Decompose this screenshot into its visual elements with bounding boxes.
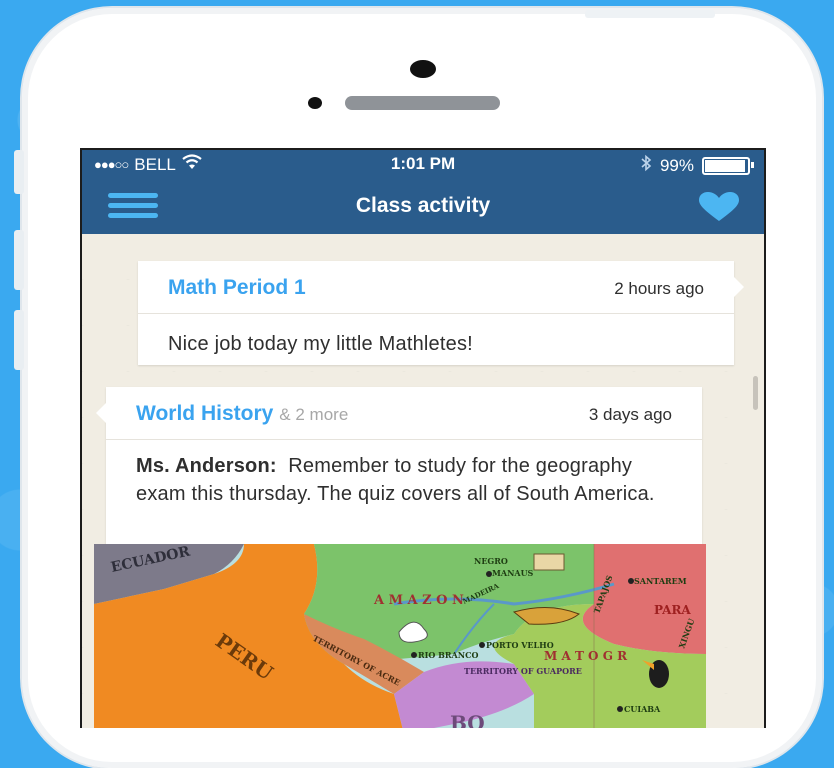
map-label: SANTAREM bbox=[634, 576, 687, 586]
mute-switch bbox=[14, 150, 24, 194]
nav-bar: Class activity bbox=[82, 178, 764, 234]
post-class-name[interactable]: Math Period 1 bbox=[168, 276, 306, 300]
battery-percent: 99% bbox=[659, 155, 694, 175]
map-label: CUIABA bbox=[624, 704, 661, 714]
power-button bbox=[585, 10, 715, 18]
post-message-body: Ms. Anderson: Remember to study for the … bbox=[106, 440, 702, 525]
map-label: MANAUS bbox=[492, 568, 534, 578]
opera-house-illustration bbox=[533, 553, 565, 571]
post-class-label[interactable]: World History bbox=[136, 402, 273, 425]
manaus-dot bbox=[486, 571, 492, 577]
post-timestamp: 2 hours ago bbox=[614, 279, 704, 298]
porto-velho-dot bbox=[479, 642, 485, 648]
activity-feed[interactable]: Math Period 1 2 hours ago Nice job today… bbox=[82, 234, 764, 728]
post-header: Math Period 1 2 hours ago bbox=[138, 261, 734, 314]
battery-icon bbox=[702, 156, 754, 175]
card-tail bbox=[734, 277, 744, 297]
post-class-name[interactable]: World History & 2 more bbox=[136, 402, 348, 426]
map-label: RIO BRANCO bbox=[418, 650, 478, 660]
phone-screen: ●●●○○ BELL 1:01 PM 99% Class activity Ma… bbox=[80, 148, 766, 728]
card-tail bbox=[96, 403, 106, 423]
front-camera bbox=[410, 60, 436, 78]
earpiece-speaker bbox=[345, 96, 500, 110]
map-label: NEGRO bbox=[474, 556, 508, 566]
post-more-classes[interactable]: & 2 more bbox=[279, 405, 348, 424]
south-america-map-image[interactable]: ECUADOR PERU NEGRO MANAUS SANTAREM TAPAJ… bbox=[94, 544, 706, 728]
cuiaba-dot bbox=[617, 706, 623, 712]
heart-icon[interactable] bbox=[698, 192, 740, 222]
post-header: World History & 2 more 3 days ago bbox=[106, 387, 702, 440]
map-label: TERRITORY OF GUAPORE bbox=[464, 666, 582, 676]
post-message: Nice job today my little Mathletes! bbox=[168, 333, 473, 355]
volume-up-button bbox=[14, 230, 24, 290]
map-label: PARA bbox=[654, 603, 691, 617]
map-label: A M A Z O N bbox=[373, 593, 464, 608]
scrollbar[interactable] bbox=[753, 376, 758, 410]
map-label: BO bbox=[450, 711, 485, 728]
post-card[interactable]: Math Period 1 2 hours ago Nice job today… bbox=[138, 261, 744, 365]
page-title: Class activity bbox=[355, 194, 491, 217]
post-author: Ms. Anderson: bbox=[136, 455, 277, 477]
rio-branco-dot bbox=[411, 652, 417, 658]
volume-down-button bbox=[14, 310, 24, 370]
proximity-sensor bbox=[308, 97, 322, 109]
bluetooth-icon bbox=[640, 154, 652, 177]
map-label: M A T O G R bbox=[544, 649, 628, 663]
post-timestamp: 3 days ago bbox=[588, 405, 672, 424]
santarem-dot bbox=[628, 578, 634, 584]
status-bar: ●●●○○ BELL 1:01 PM 99% bbox=[82, 150, 764, 178]
